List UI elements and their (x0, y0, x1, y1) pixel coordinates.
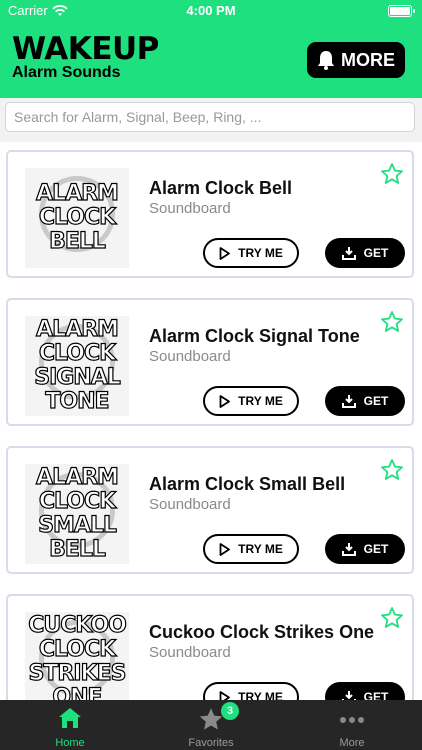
favorite-star-icon[interactable] (380, 162, 404, 186)
battery-icon (388, 5, 415, 17)
sound-thumbnail: ALARM CLOCK SMALL BELL (25, 464, 129, 564)
favorite-star-icon[interactable] (380, 606, 404, 630)
tab-bar: Home 3 Favorites More (0, 700, 422, 750)
try-me-button[interactable]: TRY ME (203, 238, 299, 268)
download-icon (341, 395, 356, 408)
try-me-button[interactable]: TRY ME (203, 386, 299, 416)
download-icon (341, 543, 356, 556)
sound-card[interactable]: ALARM CLOCK BELL Alarm Clock Bell Soundb… (6, 150, 414, 278)
try-me-label: TRY ME (238, 690, 283, 700)
tab-favorites[interactable]: 3 Favorites (141, 700, 281, 750)
more-button[interactable]: MORE (307, 42, 405, 78)
get-label: GET (363, 394, 389, 408)
tab-home-label: Home (55, 737, 85, 749)
thumb-word: CLOCK (38, 205, 116, 230)
thumb-word: ALARM (35, 465, 119, 490)
download-icon (341, 247, 356, 260)
try-me-label: TRY ME (238, 246, 283, 260)
tab-home[interactable]: Home (0, 700, 140, 750)
get-label: GET (363, 690, 389, 700)
tab-more[interactable]: More (282, 700, 422, 750)
get-label: GET (363, 542, 389, 556)
sound-thumbnail: ALARM CLOCK BELL (25, 168, 129, 268)
thumb-word: CLOCK (38, 637, 116, 662)
app-logo: WAKEUP Alarm Sounds (12, 34, 159, 82)
home-icon (59, 708, 81, 728)
thumb-word: BELL (48, 537, 106, 562)
try-me-button[interactable]: TRY ME (203, 534, 299, 564)
download-icon (341, 691, 356, 700)
search-input[interactable]: Search for Alarm, Signal, Beep, Ring, ..… (5, 102, 415, 132)
status-time: 4:00 PM (186, 3, 236, 18)
play-icon (219, 246, 231, 260)
thumb-word: SIGNAL (34, 365, 122, 390)
sound-card[interactable]: ALARM CLOCK SIGNAL TONE Alarm Clock Sign… (6, 298, 414, 426)
sound-subtitle: Soundboard (149, 348, 231, 365)
favorite-star-icon[interactable] (380, 458, 404, 482)
favorite-star-icon[interactable] (380, 310, 404, 334)
sound-card[interactable]: CUCKOO CLOCK STRIKES ONE Cuckoo Clock St… (6, 594, 414, 700)
get-button[interactable]: GET (325, 386, 405, 416)
try-me-label: TRY ME (238, 394, 283, 408)
sound-card[interactable]: ALARM CLOCK SMALL BELL Alarm Clock Small… (6, 446, 414, 574)
try-me-button[interactable]: TRY ME (203, 682, 299, 700)
try-me-label: TRY ME (238, 542, 283, 556)
sound-title: Alarm Clock Signal Tone (149, 326, 360, 346)
get-button[interactable]: GET (325, 534, 405, 564)
thumb-word: CUCKOO (28, 613, 128, 638)
thumb-word: TONE (45, 389, 110, 414)
thumb-word: ONE (52, 685, 103, 700)
get-button[interactable]: GET (325, 682, 405, 700)
play-icon (219, 394, 231, 408)
thumb-word: STRIKES (28, 661, 127, 686)
search-placeholder: Search for Alarm, Signal, Beep, Ring, ..… (14, 109, 262, 125)
sound-title: Alarm Clock Small Bell (149, 474, 346, 494)
sound-subtitle: Soundboard (149, 644, 231, 661)
tab-more-label: More (339, 737, 365, 749)
search-bar: Search for Alarm, Signal, Beep, Ring, ..… (0, 98, 422, 142)
thumb-word: SMALL (37, 513, 117, 538)
thumb-word: BELL (48, 229, 106, 254)
get-button[interactable]: GET (325, 238, 405, 268)
more-dots-icon (340, 717, 364, 723)
favorites-badge: 3 (221, 702, 239, 720)
play-icon (219, 542, 231, 556)
get-label: GET (363, 246, 389, 260)
more-button-label: MORE (341, 49, 395, 70)
sound-subtitle: Soundboard (149, 200, 231, 217)
thumb-word: ALARM (35, 317, 119, 342)
app-title: WAKEUP (12, 31, 159, 67)
tab-favorites-label: Favorites (188, 737, 234, 749)
sound-thumbnail: ALARM CLOCK SIGNAL TONE (25, 316, 129, 416)
bell-icon (318, 51, 334, 70)
status-bar: Carrier 4:00 PM (0, 0, 422, 22)
sound-title: Cuckoo Clock Strikes One (149, 622, 375, 642)
thumb-word: CLOCK (38, 489, 116, 514)
thumb-word: CLOCK (38, 341, 116, 366)
sound-list[interactable]: ALARM CLOCK BELL Alarm Clock Bell Soundb… (0, 142, 422, 700)
sound-subtitle: Soundboard (149, 496, 231, 513)
play-icon (219, 690, 231, 700)
thumb-word: ALARM (35, 181, 119, 206)
app-header: Carrier 4:00 PM WAKEUP Alarm Sounds MORE (0, 0, 422, 98)
sound-thumbnail: CUCKOO CLOCK STRIKES ONE (25, 612, 129, 700)
sound-title: Alarm Clock Bell (149, 178, 293, 198)
